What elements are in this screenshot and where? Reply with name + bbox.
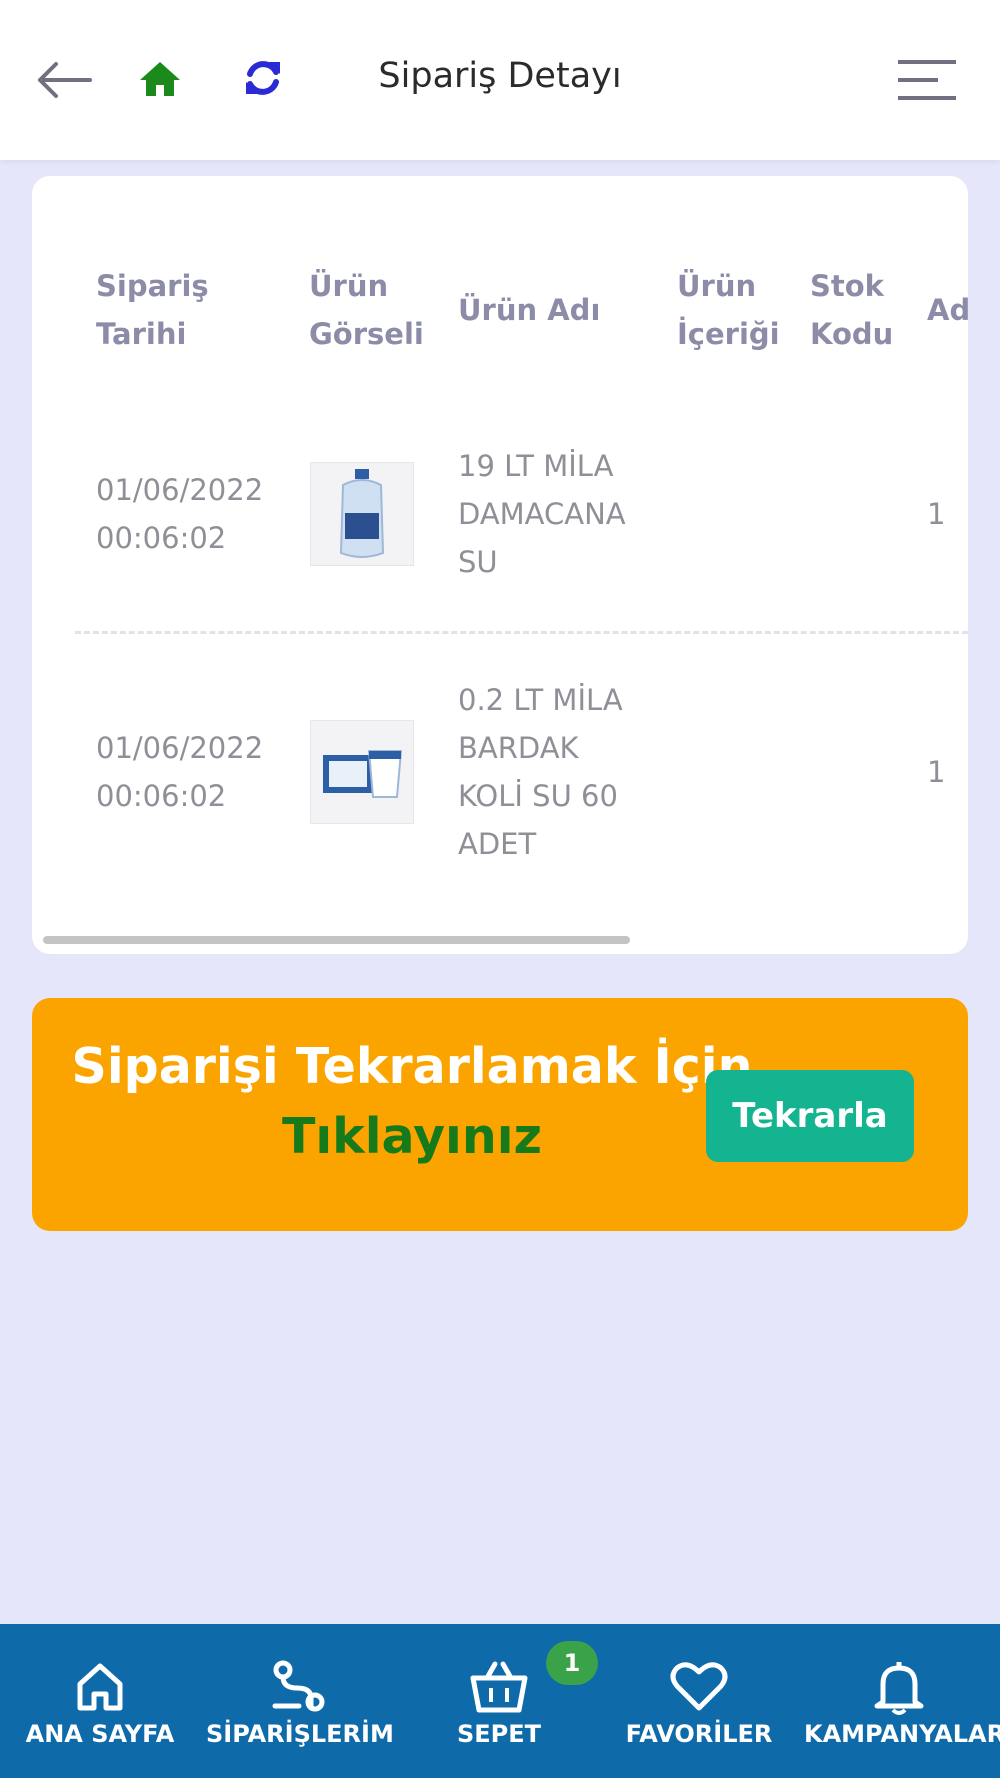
nav-label-favorites: FAVORİLER bbox=[625, 1720, 773, 1748]
nav-item-home[interactable]: ANA SAYFA bbox=[18, 1624, 182, 1778]
home-icon[interactable] bbox=[138, 60, 182, 102]
row-2-product-name: 0.2 LT MİLA BARDAK KOLİ SU 60 ADET bbox=[458, 683, 623, 861]
nav-item-favorites[interactable]: FAVORİLER bbox=[624, 1624, 774, 1778]
banner-text: Siparişi Tekrarlamak İçin bbox=[71, 1038, 753, 1095]
row-1-quantity: 1 bbox=[927, 497, 946, 531]
bottom-navigation: ANA SAYFA SİPARİŞLERİM SEPET FAVORİLER K… bbox=[0, 1624, 1000, 1778]
column-header-product-name: Ürün Adı bbox=[458, 293, 601, 327]
cup-box-icon bbox=[323, 750, 403, 798]
top-bar: Sipariş Detayı bbox=[0, 0, 1000, 160]
home-outline-icon bbox=[77, 1663, 123, 1711]
refresh-icon[interactable] bbox=[242, 56, 284, 104]
cart-count-badge: 1 bbox=[546, 1641, 598, 1685]
row-divider bbox=[75, 631, 968, 634]
row-1-order-date: 01/06/2022 00:06:02 bbox=[96, 473, 264, 555]
repeat-order-button[interactable]: Tekrarla bbox=[706, 1070, 914, 1162]
nav-label-campaigns: KAMPANYALAR bbox=[804, 1720, 1000, 1748]
row-1-product-name: 19 LT MİLA DAMACANA SU bbox=[458, 449, 626, 579]
column-header-product-content: Ürün İçeriği bbox=[677, 269, 780, 351]
column-header-stock-code: Stok Kodu bbox=[810, 269, 894, 351]
row-2-product-image[interactable] bbox=[310, 720, 414, 824]
heart-icon bbox=[670, 1662, 728, 1711]
water-jug-icon bbox=[339, 469, 385, 558]
column-header-product-image: Ürün Görseli bbox=[309, 269, 424, 351]
horizontal-scrollbar[interactable] bbox=[43, 936, 630, 944]
column-header-order-date: Sipariş Tarihi bbox=[96, 269, 209, 351]
column-header-quantity: Ad bbox=[927, 293, 968, 327]
nav-label-orders: SİPARİŞLERİM bbox=[206, 1720, 394, 1748]
row-1-product-image[interactable] bbox=[310, 462, 414, 566]
basket-icon bbox=[470, 1661, 528, 1713]
bell-icon bbox=[874, 1662, 924, 1715]
banner-highlight-text: Tıklayınız bbox=[281, 1108, 543, 1165]
nav-item-campaigns[interactable]: KAMPANYALAR bbox=[804, 1624, 1000, 1778]
row-2-order-date: 01/06/2022 00:06:02 bbox=[96, 731, 264, 813]
nav-label-cart: SEPET bbox=[456, 1720, 542, 1748]
back-arrow-icon[interactable] bbox=[34, 56, 94, 108]
route-icon bbox=[272, 1660, 325, 1712]
row-2-quantity: 1 bbox=[927, 755, 946, 789]
menu-icon[interactable] bbox=[896, 58, 958, 106]
nav-label-home: ANA SAYFA bbox=[25, 1720, 175, 1748]
nav-item-orders[interactable]: SİPARİŞLERİM bbox=[206, 1624, 394, 1778]
